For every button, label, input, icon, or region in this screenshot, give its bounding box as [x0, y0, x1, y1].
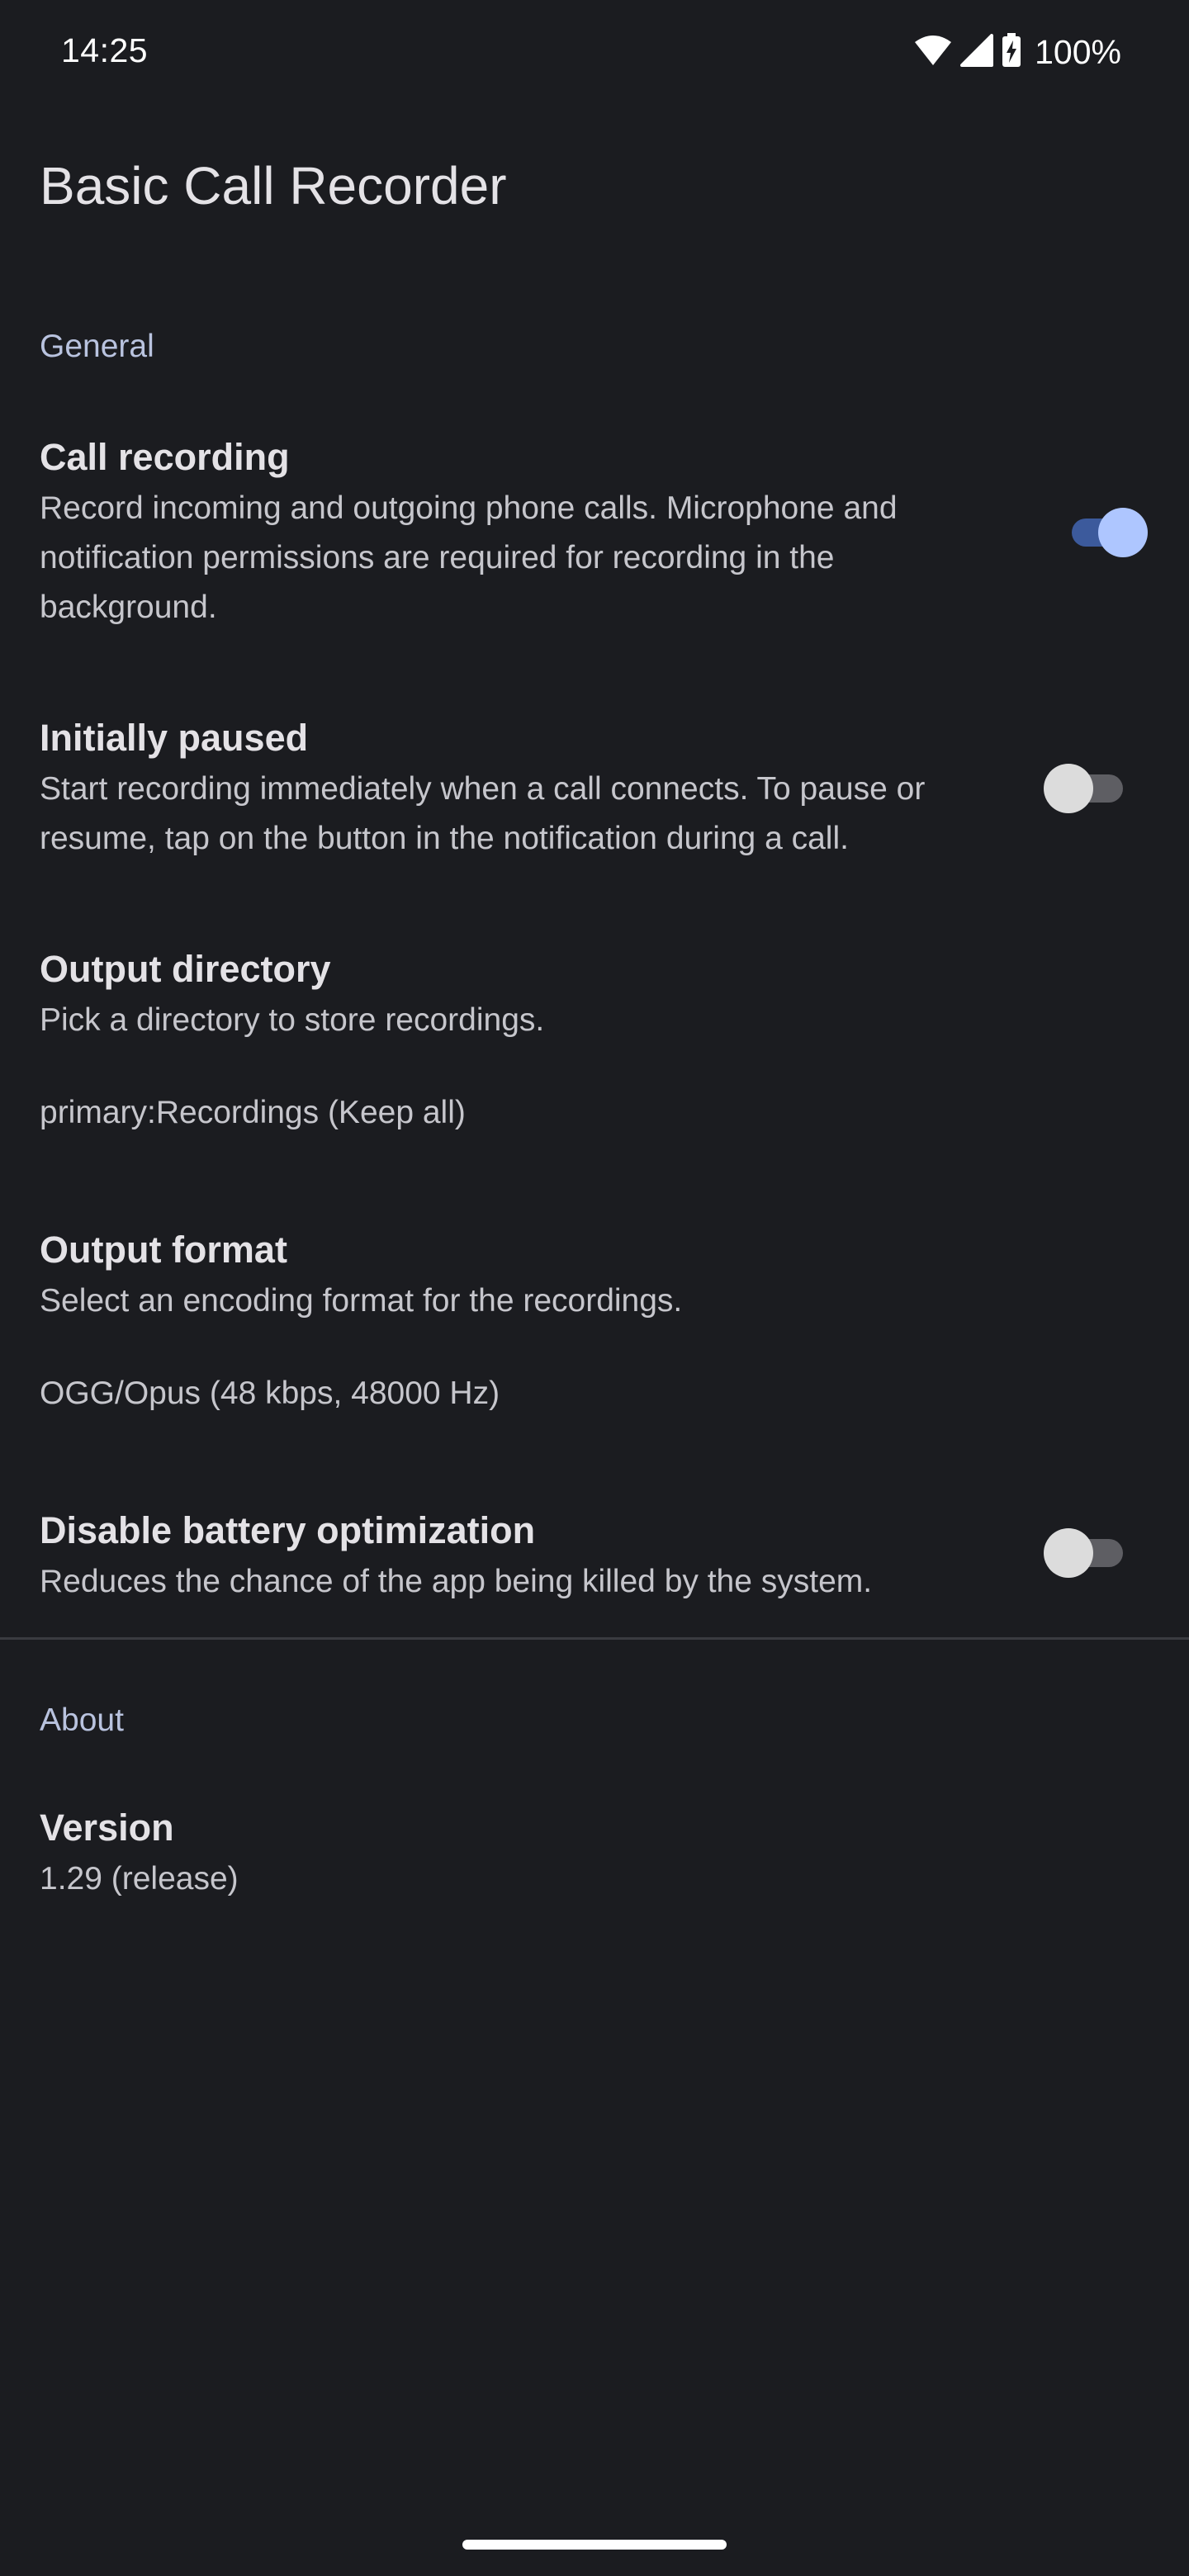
- initially-paused-toggle[interactable]: [1044, 760, 1126, 813]
- pref-title-version: Version: [40, 1807, 174, 1849]
- section-divider: [0, 1637, 1189, 1640]
- pref-title-call-recording: Call recording: [40, 436, 290, 478]
- pref-value-output-format: OGG/Opus (48 kbps, 48000 Hz): [40, 1376, 500, 1411]
- pref-output-format[interactable]: Output format Select an encoding format …: [0, 1205, 1189, 1445]
- pref-summary-battery-optimization: Reduces the chance of the app being kill…: [40, 1564, 873, 1599]
- battery-optimization-toggle[interactable]: [1044, 1524, 1126, 1578]
- status-time: 14:25: [61, 31, 149, 69]
- home-indicator[interactable]: [462, 2540, 727, 2550]
- pref-summary-output-directory: Pick a directory to store recordings.: [40, 1002, 545, 1038]
- pref-summary-output-format: Select an encoding format for the record…: [40, 1283, 683, 1319]
- toggle-thumb: [1044, 1528, 1093, 1578]
- pref-version[interactable]: Version 1.29 (release): [0, 1783, 1189, 1924]
- section-header-about: About: [40, 1702, 124, 1738]
- pref-title-output-format: Output format: [40, 1229, 287, 1271]
- pref-battery-optimization[interactable]: Disable battery optimization Reduces the…: [0, 1486, 1189, 1627]
- pref-output-directory[interactable]: Output directory Pick a directory to sto…: [0, 925, 1189, 1164]
- pref-summary-initially-paused: Start recording immediately when a call …: [40, 771, 926, 856]
- call-recording-toggle[interactable]: [1062, 504, 1148, 557]
- status-icons: 100%: [914, 31, 1121, 73]
- pref-summary-version: 1.29 (release): [40, 1861, 239, 1896]
- status-bar: 14:25 100%: [0, 0, 1189, 107]
- pref-initially-paused[interactable]: Initially paused Start recording immedia…: [0, 694, 1189, 883]
- toggle-thumb: [1044, 764, 1093, 813]
- pref-summary-call-recording: Record incoming and outgoing phone calls…: [40, 490, 898, 625]
- pref-title-initially-paused: Initially paused: [40, 717, 309, 759]
- cell-signal-icon: [960, 33, 994, 71]
- pref-value-output-directory: primary:Recordings (Keep all): [40, 1095, 466, 1130]
- pref-call-recording[interactable]: Call recording Record incoming and outgo…: [0, 413, 1189, 652]
- toggle-thumb: [1098, 508, 1148, 557]
- pref-title-output-directory: Output directory: [40, 948, 331, 990]
- pref-title-battery-optimization: Disable battery optimization: [40, 1509, 536, 1551]
- wifi-icon: [914, 34, 952, 71]
- page-title: Basic Call Recorder: [40, 156, 507, 215]
- section-header-general: General: [40, 329, 154, 364]
- battery-charging-icon: [1002, 32, 1021, 72]
- battery-percentage: 100%: [1035, 32, 1121, 71]
